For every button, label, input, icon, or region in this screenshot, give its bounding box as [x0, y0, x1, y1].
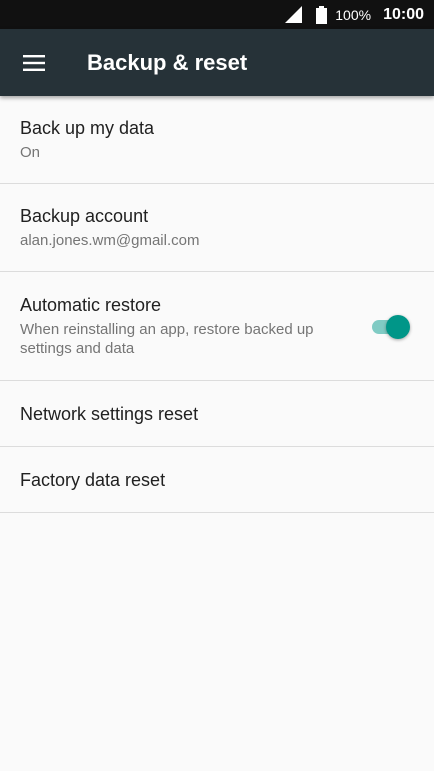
switch-thumb — [386, 315, 410, 339]
settings-list: Back up my data On Backup account alan.j… — [0, 96, 434, 513]
automatic-restore-switch[interactable] — [370, 315, 410, 339]
setting-back-up-my-data[interactable]: Back up my data On — [0, 96, 434, 184]
setting-title: Back up my data — [20, 118, 155, 138]
battery-icon — [316, 5, 328, 24]
setting-summary: On — [20, 144, 41, 161]
navigation-menu-button[interactable] — [0, 29, 68, 96]
battery-percentage: 100% — [335, 6, 372, 23]
setting-title: Backup account — [20, 206, 149, 226]
status-bar: 100% 10:00 — [0, 0, 434, 29]
app-toolbar: Backup & reset — [0, 29, 434, 96]
status-clock: 10:00 — [383, 5, 424, 23]
setting-title: Factory data reset — [20, 469, 166, 490]
hamburger-menu-icon — [23, 54, 45, 71]
setting-automatic-restore[interactable]: Automatic restore When reinstalling an a… — [0, 272, 434, 381]
setting-title: Automatic restore — [20, 295, 162, 315]
setting-backup-account[interactable]: Backup account alan.jones.wm@gmail.com — [0, 184, 434, 272]
setting-factory-data-reset[interactable]: Factory data reset — [0, 447, 434, 513]
setting-summary: When reinstalling an app, restore backed… — [20, 321, 314, 357]
page-title: Backup & reset — [87, 49, 248, 75]
cell-signal-icon — [285, 6, 303, 23]
setting-summary: alan.jones.wm@gmail.com — [20, 232, 200, 249]
setting-title: Network settings reset — [20, 403, 199, 424]
setting-network-settings-reset[interactable]: Network settings reset — [0, 381, 434, 447]
